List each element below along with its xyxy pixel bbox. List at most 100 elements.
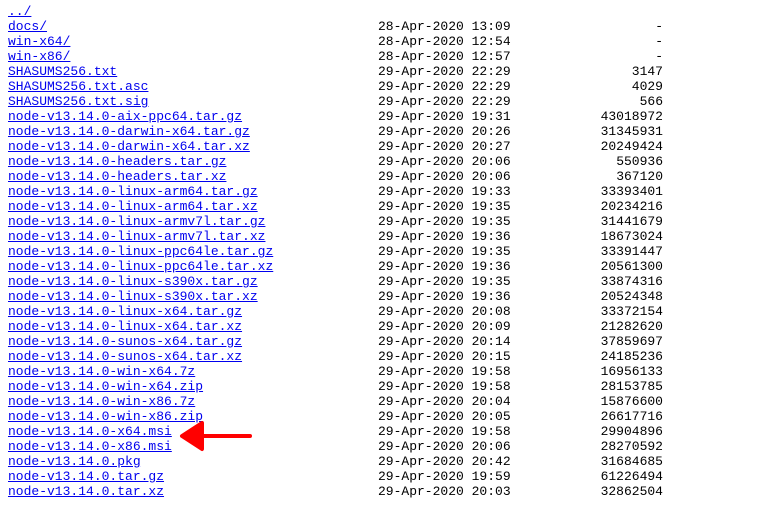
listing-row: docs/28-Apr-2020 13:09- xyxy=(8,19,750,34)
file-date-cell: 29-Apr-2020 19:33 xyxy=(378,184,523,199)
file-date-cell: 29-Apr-2020 20:27 xyxy=(378,139,523,154)
file-size-cell: 20249424 xyxy=(523,139,663,154)
file-name-cell: node-v13.14.0-linux-x64.tar.gz xyxy=(8,304,378,319)
file-link[interactable]: node-v13.14.0-sunos-x64.tar.xz xyxy=(8,349,242,364)
listing-row: node-v13.14.0-sunos-x64.tar.xz 29-Apr-202… xyxy=(8,349,750,364)
file-link[interactable]: win-x86/ xyxy=(8,49,70,64)
file-link[interactable]: win-x64/ xyxy=(8,34,70,49)
file-date-cell: 29-Apr-2020 19:36 xyxy=(378,289,523,304)
file-size-cell: 16956133 xyxy=(523,364,663,379)
file-size-cell: 18673024 xyxy=(523,229,663,244)
file-size-cell: 31441679 xyxy=(523,214,663,229)
listing-row: node-v13.14.0.tar.gz29-Apr-2020 19:59612… xyxy=(8,469,750,484)
file-date-cell: 29-Apr-2020 20:03 xyxy=(378,484,523,499)
file-date-cell: 29-Apr-2020 22:29 xyxy=(378,64,523,79)
file-link[interactable]: node-v13.14.0-linux-armv7l.tar.xz xyxy=(8,229,265,244)
listing-row: win-x64/28-Apr-2020 12:54- xyxy=(8,34,750,49)
file-link[interactable]: node-v13.14.0-linux-x64.tar.xz xyxy=(8,319,242,334)
file-size-cell: 21282620 xyxy=(523,319,663,334)
file-date-cell: 29-Apr-2020 19:35 xyxy=(378,274,523,289)
file-name-cell: node-v13.14.0-win-x86.7z xyxy=(8,394,378,409)
file-size-cell: 28270592 xyxy=(523,439,663,454)
file-size-cell: 20234216 xyxy=(523,199,663,214)
file-name-cell: node-v13.14.0-linux-ppc64le.tar.xz xyxy=(8,259,378,274)
file-link[interactable]: node-v13.14.0.pkg xyxy=(8,454,141,469)
listing-row: node-v13.14.0-linux-arm64.tar.gz 29-Apr-2… xyxy=(8,184,750,199)
file-link[interactable]: ../ xyxy=(8,4,31,19)
file-size-cell: 61226494 xyxy=(523,469,663,484)
listing-row: node-v13.14.0-linux-ppc64le.tar.xz29-Apr… xyxy=(8,259,750,274)
file-link[interactable]: node-v13.14.0-aix-ppc64.tar.gz xyxy=(8,109,242,124)
file-link[interactable]: node-v13.14.0-headers.tar.gz xyxy=(8,154,226,169)
file-link[interactable]: node-v13.14.0-darwin-x64.tar.xz xyxy=(8,139,250,154)
file-name-cell: node-v13.14.0.pkg xyxy=(8,454,378,469)
file-date-cell: 29-Apr-2020 20:26 xyxy=(378,124,523,139)
file-link[interactable]: docs/ xyxy=(8,19,47,34)
file-date-cell: 29-Apr-2020 20:08 xyxy=(378,304,523,319)
file-name-cell: win-x64/ xyxy=(8,34,378,49)
file-link[interactable]: node-v13.14.0-linux-armv7l.tar.gz xyxy=(8,214,265,229)
listing-row: win-x86/28-Apr-2020 12:57- xyxy=(8,49,750,64)
file-name-cell: node-v13.14.0-sunos-x64.tar.gz xyxy=(8,334,378,349)
listing-row: node-v13.14.0-aix-ppc64.tar.gz29-Apr-202… xyxy=(8,109,750,124)
file-size-cell: 33393401 xyxy=(523,184,663,199)
file-link[interactable]: node-v13.14.0-linux-s390x.tar.gz xyxy=(8,274,258,289)
file-link[interactable]: node-v13.14.0-darwin-x64.tar.gz xyxy=(8,124,250,139)
file-date-cell: 29-Apr-2020 19:36 xyxy=(378,229,523,244)
file-size-cell: 29904896 xyxy=(523,424,663,439)
file-link[interactable]: node-v13.14.0-x86.msi xyxy=(8,439,172,454)
file-link[interactable]: node-v13.14.0-linux-ppc64le.tar.xz xyxy=(8,259,273,274)
file-name-cell: node-v13.14.0-linux-s390x.tar.xz xyxy=(8,289,378,304)
file-link[interactable]: SHASUMS256.txt xyxy=(8,64,117,79)
file-size-cell: 20524348 xyxy=(523,289,663,304)
listing-row: node-v13.14.0-sunos-x64.tar.gz29-Apr-202… xyxy=(8,334,750,349)
file-size-cell: 37859697 xyxy=(523,334,663,349)
file-name-cell: node-v13.14.0-linux-x64.tar.xz xyxy=(8,319,378,334)
file-link[interactable]: node-v13.14.0-linux-s390x.tar.xz xyxy=(8,289,258,304)
file-date-cell: 29-Apr-2020 20:06 xyxy=(378,154,523,169)
listing-row: node-v13.14.0-x64.msi29-Apr-2020 19:5829… xyxy=(8,424,750,439)
file-link[interactable]: node-v13.14.0.tar.xz xyxy=(8,484,164,499)
file-date-cell xyxy=(378,4,523,19)
file-name-cell: node-v13.14.0-linux-arm64.tar.gz xyxy=(8,184,378,199)
listing-row: SHASUMS256.txt29-Apr-2020 22:293147 xyxy=(8,64,750,79)
file-name-cell: node-v13.14.0-linux-s390x.tar.gz xyxy=(8,274,378,289)
file-date-cell: 29-Apr-2020 19:58 xyxy=(378,379,523,394)
file-link[interactable]: node-v13.14.0-linux-ppc64le.tar.gz xyxy=(8,244,273,259)
file-link[interactable]: node-v13.14.0-win-x64.7z xyxy=(8,364,195,379)
file-link[interactable]: node-v13.14.0.tar.gz xyxy=(8,469,164,484)
file-link[interactable]: SHASUMS256.txt.asc xyxy=(8,79,148,94)
file-name-cell: SHASUMS256.txt.asc xyxy=(8,79,378,94)
file-link[interactable]: node-v13.14.0-sunos-x64.tar.gz xyxy=(8,334,242,349)
file-size-cell: 367120 xyxy=(523,169,663,184)
file-link[interactable]: node-v13.14.0-linux-arm64.tar.gz xyxy=(8,184,258,199)
file-link[interactable]: SHASUMS256.txt.sig xyxy=(8,94,148,109)
file-name-cell: node-v13.14.0-aix-ppc64.tar.gz xyxy=(8,109,378,124)
file-link[interactable]: node-v13.14.0-linux-x64.tar.gz xyxy=(8,304,242,319)
file-link[interactable]: node-v13.14.0-win-x86.zip xyxy=(8,409,203,424)
file-size-cell: 28153785 xyxy=(523,379,663,394)
file-listing: ../docs/28-Apr-2020 13:09-win-x64/28-Apr… xyxy=(8,4,750,499)
listing-row: node-v13.14.0.pkg29-Apr-2020 20:42316846… xyxy=(8,454,750,469)
file-size-cell: 20561300 xyxy=(523,259,663,274)
file-size-cell: 33874316 xyxy=(523,274,663,289)
file-date-cell: 29-Apr-2020 20:15 xyxy=(378,349,523,364)
listing-row: ../ xyxy=(8,4,750,19)
listing-row: node-v13.14.0-darwin-x64.tar.gz 29-Apr-20… xyxy=(8,124,750,139)
listing-row: node-v13.14.0-linux-x64.tar.gz 29-Apr-202… xyxy=(8,304,750,319)
file-link[interactable]: node-v13.14.0-win-x64.zip xyxy=(8,379,203,394)
file-link[interactable]: node-v13.14.0-x64.msi xyxy=(8,424,172,439)
file-size-cell: 550936 xyxy=(523,154,663,169)
file-date-cell: 29-Apr-2020 19:35 xyxy=(378,199,523,214)
file-link[interactable]: node-v13.14.0-linux-arm64.tar.xz xyxy=(8,199,258,214)
file-date-cell: 29-Apr-2020 19:58 xyxy=(378,364,523,379)
file-date-cell: 28-Apr-2020 12:54 xyxy=(378,34,523,49)
file-name-cell: node-v13.14.0-win-x86.zip xyxy=(8,409,378,424)
file-link[interactable]: node-v13.14.0-headers.tar.xz xyxy=(8,169,226,184)
listing-row: node-v13.14.0-linux-arm64.tar.xz 29-Apr-2… xyxy=(8,199,750,214)
file-name-cell: node-v13.14.0-headers.tar.xz xyxy=(8,169,378,184)
file-name-cell: node-v13.14.0-win-x64.7z xyxy=(8,364,378,379)
file-size-cell: 31684685 xyxy=(523,454,663,469)
file-size-cell: 32862504 xyxy=(523,484,663,499)
file-link[interactable]: node-v13.14.0-win-x86.7z xyxy=(8,394,195,409)
